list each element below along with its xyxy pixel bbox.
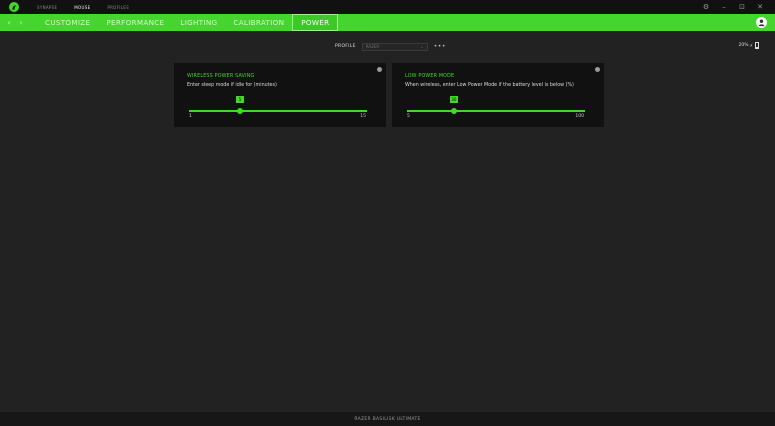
low-power-mode-card: LOW POWER MODE When wireless, enter Low … [392, 63, 604, 127]
synapse-window: SYNAPSE MOUSE PROFILES ⚙ – ⊡ ✕ ‹ › CUSTO… [0, 0, 775, 426]
charging-icon: ⚡ [749, 42, 753, 49]
sleep-timer-slider[interactable]: 5 [189, 96, 367, 116]
slider-track[interactable] [407, 110, 585, 112]
forward-arrow-icon[interactable]: › [15, 14, 27, 31]
card-description: When wireless, enter Low Power Mode if t… [405, 83, 574, 88]
slider-track[interactable] [189, 110, 367, 112]
info-icon[interactable] [377, 67, 382, 72]
battery-level-label: 20% [738, 43, 749, 48]
close-icon[interactable]: ✕ [751, 0, 769, 14]
info-icon[interactable] [595, 67, 600, 72]
chevron-down-icon: ⌄ [420, 44, 424, 49]
card-title: WIRELESS POWER SAVING [187, 74, 255, 79]
top-tab-profiles[interactable]: PROFILES [107, 5, 129, 10]
wireless-power-saving-card: WIRELESS POWER SAVING Enter sleep mode i… [174, 63, 386, 127]
window-controls: ⚙ – ⊡ ✕ [697, 0, 769, 14]
razer-logo-icon[interactable] [9, 2, 19, 12]
tab-calibration[interactable]: CALIBRATION [225, 14, 292, 31]
tab-lighting[interactable]: LIGHTING [172, 14, 225, 31]
profile-label: PROFILE [335, 44, 356, 49]
maximize-icon[interactable]: ⊡ [733, 0, 751, 14]
tab-performance[interactable]: PERFORMANCE [98, 14, 172, 31]
user-avatar-icon[interactable] [756, 17, 767, 28]
back-arrow-icon[interactable]: ‹ [3, 14, 15, 31]
slider-min-label: 5 [407, 114, 410, 119]
profile-selector-row: PROFILE RAZER ⌄ ••• [335, 42, 446, 51]
minimize-icon[interactable]: – [715, 0, 733, 14]
more-options-icon[interactable]: ••• [434, 43, 446, 50]
profile-selected-value: RAZER [365, 44, 380, 49]
slider-max-label: 100 [575, 114, 584, 119]
tab-power[interactable]: POWER [292, 14, 339, 31]
slider-thumb[interactable] [450, 108, 457, 114]
device-nav: ‹ › CUSTOMIZE PERFORMANCE LIGHTING CALIB… [0, 14, 775, 31]
battery-fill [756, 47, 758, 48]
top-tab-synapse[interactable]: SYNAPSE [37, 5, 57, 10]
battery-status: 20% ⚡ [738, 42, 759, 49]
gear-icon[interactable]: ⚙ [697, 0, 715, 14]
device-name-footer: RAZER BASILISK ULTIMATE [0, 412, 775, 426]
slider-max-label: 15 [360, 114, 366, 119]
card-description: Enter sleep mode if idle for (minutes) [187, 83, 277, 88]
battery-icon [755, 42, 759, 49]
slider-value-bubble: 5 [235, 96, 244, 103]
slider-thumb[interactable] [236, 108, 243, 114]
slider-min-label: 1 [189, 114, 192, 119]
card-title: LOW POWER MODE [405, 74, 455, 79]
tab-customize[interactable]: CUSTOMIZE [37, 14, 98, 31]
low-power-threshold-slider[interactable]: 30 [407, 96, 585, 116]
profile-dropdown[interactable]: RAZER ⌄ [361, 42, 428, 51]
title-bar: SYNAPSE MOUSE PROFILES ⚙ – ⊡ ✕ [0, 0, 775, 14]
slider-value-bubble: 30 [449, 96, 458, 103]
top-tab-mouse[interactable]: MOUSE [74, 5, 90, 10]
